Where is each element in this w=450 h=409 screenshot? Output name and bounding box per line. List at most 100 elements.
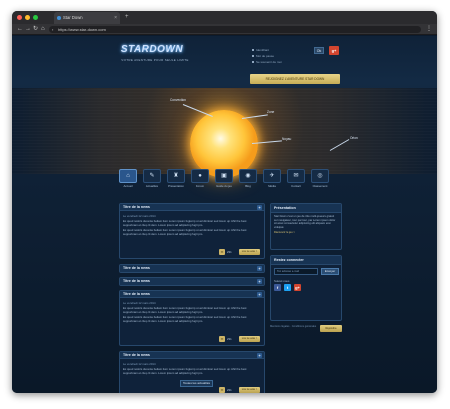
site-logo[interactable]: STARDOWN xyxy=(116,43,188,57)
collapse-toggle-icon[interactable]: + xyxy=(257,292,262,297)
twitter-icon[interactable]: t xyxy=(284,284,291,291)
nav-item-media[interactable]: ✈ Média xyxy=(261,169,283,190)
address-bar[interactable]: ▪ https://www.star-down.com xyxy=(49,26,421,33)
news-footer: ✉ 231 Lire la suite > xyxy=(219,336,261,342)
comment-icon[interactable]: ✉ xyxy=(219,249,225,255)
news-title[interactable]: Titre de la news + xyxy=(120,352,264,359)
read-more-button[interactable]: Lire la suite > xyxy=(239,336,260,342)
news-title[interactable]: Titre de la news + xyxy=(120,204,264,211)
login-ok-button[interactable]: Ok xyxy=(314,47,324,54)
banner-label: Orion xyxy=(350,136,358,140)
follow-us-label: Suivez-nous xyxy=(274,279,290,283)
news-body: Ex quod nostris ducente beliam ilum Lore… xyxy=(123,228,247,236)
url-text: https://www.star-down.com xyxy=(58,27,106,32)
footer-links[interactable]: Mentions légales · Conditions générales xyxy=(270,325,318,329)
news-card: Titre de la news + Le vendredi 12 mars 20… xyxy=(119,290,265,346)
all-news-button[interactable]: Toutes les actualités xyxy=(180,380,213,387)
news-date: Le vendredi 12 mars 2014 xyxy=(123,362,156,366)
nav-item-contact[interactable]: ✉ Contact xyxy=(285,169,307,190)
reload-icon[interactable]: ↻ xyxy=(33,24,38,35)
google-plus-icon[interactable]: g+ xyxy=(294,284,301,291)
tab-star-down[interactable]: Star Down × xyxy=(54,12,120,24)
news-title-text: Titre de la news xyxy=(123,266,150,270)
newsletter-form: Ton adresse e-mail Envoyer xyxy=(274,268,339,277)
news-title[interactable]: Titre de la news + xyxy=(120,265,264,272)
tab-bar: Star Down × + xyxy=(12,11,437,24)
checkbox-icon xyxy=(252,61,254,63)
news-title[interactable]: Titre de la news + xyxy=(120,278,264,285)
banner-pointer-line xyxy=(182,104,213,117)
tab-title: Star Down xyxy=(63,15,83,20)
comment-icon[interactable]: ✉ xyxy=(219,387,225,393)
forward-arrow-icon[interactable]: → xyxy=(25,24,31,35)
comment-count: 231 xyxy=(227,337,232,341)
nav-item-accueil[interactable]: ⌂ Accueil xyxy=(117,169,139,190)
expand-toggle-icon[interactable]: + xyxy=(257,279,262,284)
news-title-text: Titre de la news xyxy=(123,205,150,209)
remember-me-checkbox[interactable]: Se souvenir de moi xyxy=(252,59,336,65)
news-date: Le vendredi 12 mars 2014 xyxy=(123,301,156,305)
close-tab-icon[interactable]: × xyxy=(114,12,117,24)
nav-item-presentation[interactable]: ♜ Présentation xyxy=(165,169,187,190)
nav-label: Forum xyxy=(195,184,205,188)
new-tab-button[interactable]: + xyxy=(125,11,129,24)
banner-label: Zone xyxy=(267,110,275,114)
comment-icon[interactable]: ✉ xyxy=(219,336,225,342)
guide-icon: ▣ xyxy=(215,169,233,183)
forum-icon: ● xyxy=(191,169,209,183)
subscribe-button[interactable]: Envoyer xyxy=(321,268,339,275)
site-favicon-icon xyxy=(57,16,61,20)
nav-item-actualites[interactable]: ✎ Actualités xyxy=(141,169,163,190)
nav-item-guide[interactable]: ▣ Guide du jeu xyxy=(213,169,235,190)
website-page: STARDOWN VOTRE AVENTURE POUR SEULE LIMIT… xyxy=(12,36,437,393)
join-button[interactable]: Rejoindre xyxy=(320,325,342,332)
news-footer: ✉ 231 Lire la suite > xyxy=(219,387,261,393)
news-title-text: Titre de la news xyxy=(123,279,150,283)
news-footer: ✉ 231 Lire la suite > xyxy=(219,249,261,255)
email-field[interactable]: Ton adresse e-mail xyxy=(274,268,318,275)
news-body: Ex quod nostris ducente beliam ilum Lore… xyxy=(123,306,247,314)
banner-label: Convection xyxy=(170,98,186,102)
read-more-button[interactable]: Lire la suite > xyxy=(239,249,260,255)
collapse-toggle-icon[interactable]: + xyxy=(257,205,262,210)
home-icon[interactable]: ⌂ xyxy=(41,24,45,35)
browser-window: Star Down × + ← → ↻ ⌂ ▪ https://www.star… xyxy=(12,11,437,393)
banner-label: Noyau xyxy=(282,137,292,141)
contact-icon: ✉ xyxy=(287,169,305,183)
username-placeholder: Identifiant xyxy=(256,48,270,52)
news-title[interactable]: Titre de la news + xyxy=(120,291,264,298)
news-body: Ex quod nostris ducente beliam ilum Lore… xyxy=(123,219,247,227)
main-navigation: ⌂ Accueil ✎ Actualités ♜ Présentation ● … xyxy=(117,169,341,190)
close-window-button[interactable] xyxy=(17,15,22,20)
newsletter-box: Restez connecter Ton adresse e-mail Envo… xyxy=(270,255,342,321)
collapse-toggle-icon[interactable]: + xyxy=(257,353,262,358)
minimize-window-button[interactable] xyxy=(25,15,30,20)
menu-icon[interactable]: ⋮ xyxy=(426,24,432,35)
comment-count: 231 xyxy=(227,250,232,254)
back-arrow-icon[interactable]: ← xyxy=(17,24,23,35)
home-icon: ⌂ xyxy=(119,169,137,183)
join-adventure-button[interactable]: REJOIGNEZ L'AVENTURE STAR DOWN xyxy=(250,74,340,84)
newsletter-title: Restez connecter xyxy=(271,256,341,265)
facebook-icon[interactable]: f xyxy=(274,284,281,291)
media-icon: ✈ xyxy=(263,169,281,183)
read-more-button[interactable]: Lire la suite > xyxy=(239,387,260,393)
remember-label: Se souvenir de moi xyxy=(256,60,282,64)
expand-toggle-icon[interactable]: + xyxy=(257,266,262,271)
maximize-window-button[interactable] xyxy=(33,15,38,20)
nav-label: Actualités xyxy=(145,184,159,188)
nav-label: Accueil xyxy=(123,184,133,188)
nav-item-classement[interactable]: ◎ Classement xyxy=(309,169,331,190)
news-icon: ✎ xyxy=(143,169,161,183)
google-plus-login-button[interactable]: g+ xyxy=(329,46,339,55)
nav-item-blog[interactable]: ◉ Blog xyxy=(237,169,259,190)
discover-game-link[interactable]: Découvrir le jeu > xyxy=(271,231,341,234)
presentation-title: Présentation xyxy=(271,204,341,213)
blog-icon: ◉ xyxy=(239,169,257,183)
social-links: f t g+ xyxy=(274,284,341,293)
nav-item-forum[interactable]: ● Forum xyxy=(189,169,211,190)
news-card: Titre de la news + Le vendredi 12 mars 20… xyxy=(119,203,265,259)
banner-pointer-line xyxy=(241,114,268,119)
news-body: Ex quod nostris ducente beliam ilum Lore… xyxy=(123,367,247,375)
password-placeholder: Mot de passe xyxy=(256,54,275,58)
